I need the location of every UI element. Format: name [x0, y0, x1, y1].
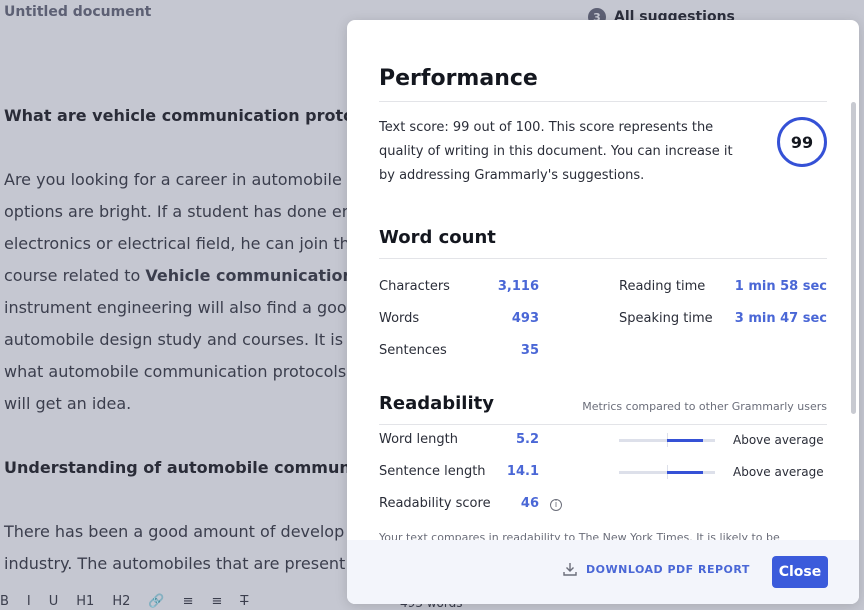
word-length-bar-fill — [667, 439, 703, 442]
divider — [379, 258, 827, 259]
word-length-bar — [619, 433, 715, 447]
bold-icon[interactable]: B — [0, 594, 9, 609]
word-count-heading: Word count — [379, 227, 496, 248]
divider — [379, 101, 827, 102]
sentence-length-label: Sentence length — [379, 464, 486, 479]
modal-footer: DOWNLOAD PDF REPORT Close — [347, 540, 859, 604]
document-line: There has been a good amount of develop — [4, 522, 345, 541]
readability-score-value: 46 — [520, 496, 539, 511]
download-pdf-button[interactable]: DOWNLOAD PDF REPORT — [562, 561, 750, 577]
clear-format-icon[interactable]: T̶ — [240, 594, 248, 609]
words-label: Words — [379, 311, 420, 326]
sentences-value: 35 — [520, 343, 539, 358]
score-ring: 99 — [777, 117, 827, 167]
performance-modal: Performance Text score: 99 out of 100. T… — [347, 20, 859, 604]
document-line: will get an idea. — [4, 394, 132, 413]
info-icon[interactable]: i — [550, 499, 562, 511]
ordered-list-icon[interactable]: ≡ — [183, 594, 194, 609]
document-line: what automobile communication protocols — [4, 362, 347, 381]
modal-title: Performance — [379, 66, 538, 91]
underline-icon[interactable]: U — [49, 594, 59, 609]
document-line-text: course related to — [4, 266, 146, 285]
close-button[interactable]: Close — [772, 556, 828, 588]
divider — [379, 424, 827, 425]
document-line: automobile design study and courses. It … — [4, 330, 344, 349]
characters-label: Characters — [379, 279, 450, 294]
words-value: 493 — [511, 311, 539, 326]
heading2-icon[interactable]: H2 — [112, 594, 130, 609]
reading-time-label: Reading time — [619, 279, 706, 294]
format-toolbar: B I U H1 H2 🔗 ≡ ≡ T̶ — [0, 594, 248, 609]
link-icon[interactable]: 🔗 — [148, 594, 164, 609]
document-line: instrument engineering will also find a … — [4, 298, 357, 317]
speaking-time-value: 3 min 47 sec — [734, 311, 827, 326]
document-title: Untitled document — [4, 4, 152, 20]
document-bold-text: Vehicle communication p — [145, 266, 371, 285]
metrics-note: Metrics compared to other Grammarly user… — [582, 400, 827, 413]
score-description: Text score: 99 out of 100. This score re… — [379, 120, 733, 183]
document-line: electronics or electrical field, he can … — [4, 234, 350, 253]
word-length-value: 5.2 — [515, 432, 539, 447]
readability-heading: Readability — [379, 393, 494, 414]
download-icon — [563, 563, 577, 576]
sentence-length-value: 14.1 — [506, 464, 539, 479]
reading-time-value: 1 min 58 sec — [734, 279, 827, 294]
document-heading: Understanding of automobile communica — [4, 458, 377, 477]
document-line: industry. The automobiles that are prese… — [4, 554, 346, 573]
readability-score-label: Readability score — [379, 496, 491, 511]
sentence-length-bar — [619, 465, 715, 479]
italic-icon[interactable]: I — [27, 594, 31, 609]
speaking-time-label: Speaking time — [619, 311, 713, 326]
sentences-label: Sentences — [379, 343, 447, 358]
sentence-length-bar-fill — [667, 471, 703, 474]
word-length-rating: Above average — [733, 433, 824, 447]
bullet-list-icon[interactable]: ≡ — [211, 594, 222, 609]
document-body: What are vehicle communication protocol … — [4, 100, 384, 580]
document-line: options are bright. If a student has don… — [4, 202, 352, 221]
document-heading: What are vehicle communication protocol — [4, 106, 381, 125]
characters-value: 3,116 — [497, 279, 539, 294]
modal-scrollbar[interactable] — [851, 102, 856, 414]
download-pdf-label: DOWNLOAD PDF REPORT — [586, 562, 750, 576]
word-length-label: Word length — [379, 432, 458, 447]
document-line: course related to Vehicle communication … — [4, 260, 384, 292]
sentence-length-rating: Above average — [733, 465, 824, 479]
document-line: Are you looking for a career in automobi… — [4, 170, 358, 189]
heading1-icon[interactable]: H1 — [76, 594, 94, 609]
